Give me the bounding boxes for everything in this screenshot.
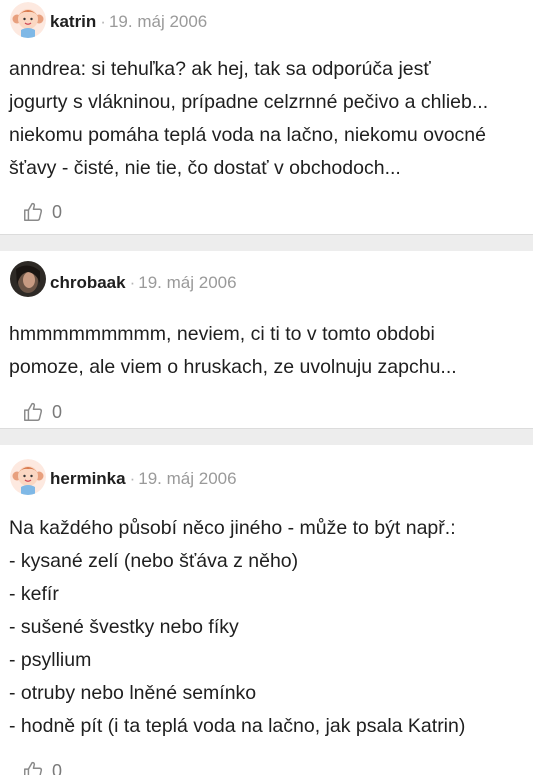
- comment-header: chrobaak · 19. máj 2006: [0, 251, 533, 297]
- author-line: herminka · 19. máj 2006: [50, 469, 237, 489]
- comment-body: hmmmmmmmmm, neviem, ci ti to v tomto obd…: [0, 295, 533, 384]
- comment-post: chrobaak · 19. máj 2006 hmmmmmmmmm, neviem…: [0, 251, 533, 428]
- comment-line: anndrea: si tehuľka? ak hej, tak sa odpo…: [9, 58, 431, 80]
- post-separator: [0, 234, 533, 251]
- photo-avatar-icon[interactable]: [10, 261, 46, 297]
- meta-separator: ·: [100, 12, 106, 31]
- comment-line: - otruby nebo lněné semínko: [9, 682, 257, 704]
- meta-separator: ·: [129, 469, 136, 488]
- author-line: chrobaak · 19. máj 2006: [50, 273, 237, 293]
- comment-header: herminka · 19. máj 2006: [0, 445, 533, 495]
- comment-body: Na každého působí něco jiného - může to …: [0, 489, 533, 743]
- comment-line: Na každého působí něco jiného - může to …: [9, 517, 456, 539]
- comment-line: - sušené švestky nebo fíky: [9, 616, 239, 638]
- comment-header: katrin · 19. máj 2006: [0, 0, 533, 44]
- comment-line: niekomu pomáha teplá voda na lačno, niek…: [9, 124, 486, 146]
- comment-line: jogurty s vlákninou, prípadne celzrnné p…: [9, 91, 489, 113]
- comment-line: - kysané zelí (nebo šťáva z něho): [9, 550, 299, 572]
- like-count: 0: [52, 202, 63, 222]
- comment-line: - hodně pít (i ta teplá voda na lačno, j…: [9, 715, 466, 737]
- like-row: 0: [0, 193, 533, 235]
- comment-line: pomoze, ale viem o hruskach, ze uvolnuju…: [9, 356, 457, 378]
- thumbs-up-icon[interactable]: [22, 760, 44, 775]
- cartoon-girl-avatar-icon[interactable]: [10, 2, 46, 38]
- comment-line: hmmmmmmmmm, neviem, ci ti to v tomto obd…: [9, 323, 435, 345]
- comment-feed: katrin · 19. máj 2006 anndrea: si tehuľka?…: [0, 0, 533, 775]
- post-date: 19. máj 2006: [138, 273, 237, 292]
- comment-line: šťavy - čisté, nie tie, čo dostať v obch…: [9, 157, 401, 179]
- like-row: 0: [0, 393, 533, 435]
- post-date: 19. máj 2006: [108, 12, 208, 31]
- comment-post: herminka · 19. máj 2006 Na každého působí …: [0, 445, 533, 775]
- comment-line: - kefír: [9, 583, 59, 605]
- comment-line: - psyllium: [9, 649, 92, 671]
- thumbs-up-icon[interactable]: [22, 201, 44, 223]
- post-date: 19. máj 2006: [138, 469, 237, 488]
- author-line: katrin · 19. máj 2006: [50, 12, 207, 32]
- cartoon-girl-avatar-icon[interactable]: [10, 459, 46, 495]
- author-name[interactable]: chrobaak: [50, 273, 126, 292]
- author-name[interactable]: katrin: [50, 12, 96, 31]
- like-row: 0: [0, 752, 533, 775]
- like-count: 0: [52, 761, 63, 775]
- meta-separator: ·: [129, 273, 136, 292]
- comment-post: katrin · 19. máj 2006 anndrea: si tehuľka?…: [0, 0, 533, 234]
- like-count: 0: [52, 402, 63, 422]
- comment-body: anndrea: si tehuľka? ak hej, tak sa odpo…: [0, 44, 533, 185]
- thumbs-up-icon[interactable]: [22, 401, 44, 423]
- author-name[interactable]: herminka: [50, 469, 126, 488]
